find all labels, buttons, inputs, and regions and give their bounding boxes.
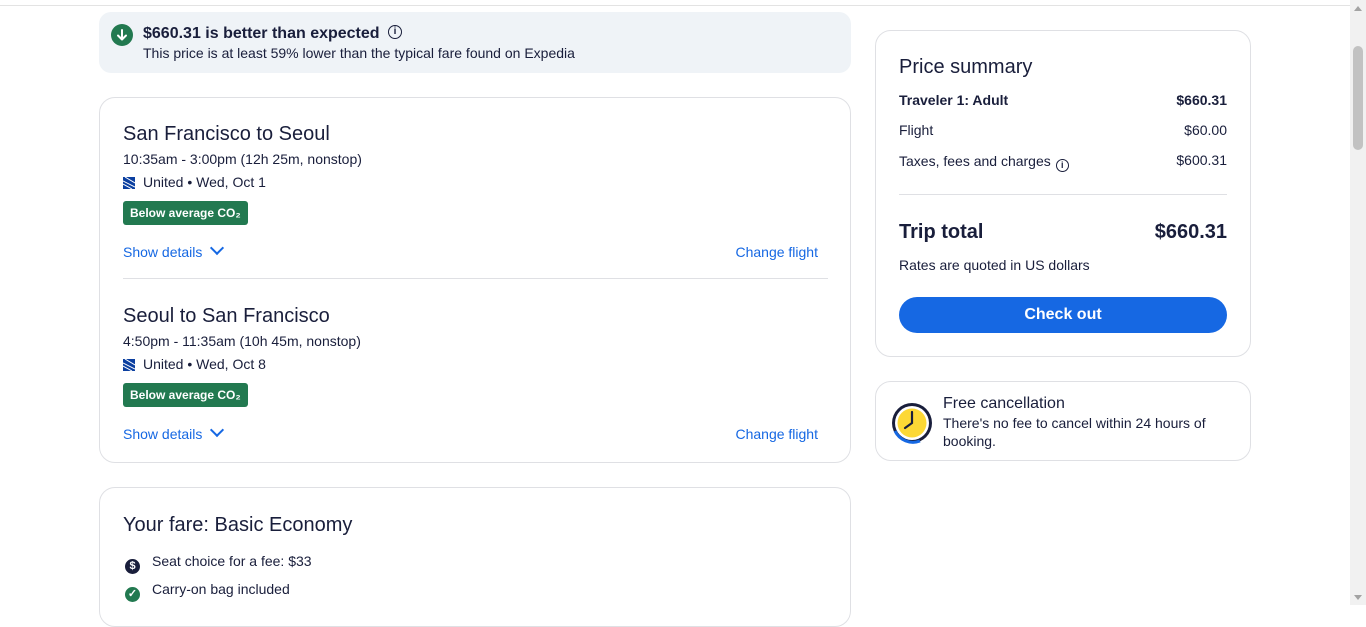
taxes-label: Taxes, fees and charges: [899, 153, 1051, 169]
checkout-button[interactable]: Check out: [899, 297, 1227, 333]
trip-total-label: Trip total: [899, 221, 984, 243]
price-insight-banner: $660.31 is better than expected i This p…: [99, 12, 851, 73]
scroll-up-arrow-icon[interactable]: [1350, 4, 1366, 14]
info-icon[interactable]: i: [1055, 159, 1069, 172]
page-scrollbar[interactable]: [1350, 0, 1366, 605]
co2-badge: Below average CO₂: [123, 201, 248, 225]
arrow-down-icon: [111, 24, 133, 46]
fare-item-text: Carry-on bag included: [152, 581, 290, 597]
show-details-link[interactable]: Show details: [123, 422, 225, 442]
flight-summary-card: San Francisco to Seoul 10:35am - 3:00pm …: [99, 97, 851, 463]
united-logo-icon: [123, 177, 135, 189]
free-cancellation-card: Free cancellation There's no fee to canc…: [875, 381, 1251, 461]
banner-title: $660.31 is better than expected: [143, 25, 380, 42]
flight-value: $60.00: [1184, 122, 1227, 138]
info-icon[interactable]: i: [388, 25, 402, 39]
summary-divider: [899, 194, 1227, 195]
route-title: San Francisco to Seoul: [123, 123, 330, 145]
rates-note: Rates are quoted in US dollars: [899, 257, 1090, 273]
taxes-label-wrap: Taxes, fees and charges i: [899, 153, 1069, 172]
scrollbar-thumb[interactable]: [1353, 46, 1363, 150]
airline-info: United • Wed, Oct 8: [123, 356, 266, 372]
cancellation-description: There's no fee to cancel within 24 hours…: [943, 415, 1206, 449]
flight-times: 4:50pm - 11:35am (10h 45m, nonstop): [123, 333, 361, 349]
fare-item-text: Seat choice for a fee: $33: [152, 553, 312, 569]
flight-label: Flight: [899, 122, 934, 138]
airline-date: United • Wed, Oct 1: [143, 174, 266, 190]
taxes-value: $600.31: [1176, 152, 1227, 168]
clock-icon: [892, 403, 932, 444]
banner-subtitle: This price is at least 59% lower than th…: [143, 45, 575, 61]
flight-times: 10:35am - 3:00pm (12h 25m, nonstop): [123, 151, 362, 167]
scroll-down-arrow-icon[interactable]: [1350, 593, 1366, 603]
chevron-down-icon: [210, 422, 225, 438]
route-title: Seoul to San Francisco: [123, 305, 330, 327]
show-details-link[interactable]: Show details: [123, 240, 225, 260]
top-border: [0, 5, 1350, 6]
fare-card: Your fare: Basic Economy $ Seat choice fo…: [99, 487, 851, 627]
united-logo-icon: [123, 359, 135, 371]
airline-info: United • Wed, Oct 1: [123, 174, 266, 190]
change-flight-link[interactable]: Change flight: [735, 426, 818, 442]
fare-item-carry-on: ✓ Carry-on bag included: [125, 581, 290, 602]
airline-date: United • Wed, Oct 8: [143, 356, 266, 372]
change-flight-link[interactable]: Change flight: [735, 244, 818, 260]
cancellation-title: Free cancellation: [943, 395, 1065, 412]
traveler-value: $660.31: [1176, 92, 1227, 108]
show-details-label: Show details: [123, 244, 203, 260]
traveler-label: Traveler 1: Adult: [899, 92, 1009, 108]
leg-divider: [123, 278, 828, 279]
price-summary-card: Price summary Traveler 1: Adult $660.31 …: [875, 30, 1251, 357]
chevron-down-icon: [210, 240, 225, 256]
show-details-label: Show details: [123, 426, 203, 442]
dollar-icon: $: [125, 559, 140, 574]
check-icon: ✓: [125, 587, 140, 602]
fare-item-seat: $ Seat choice for a fee: $33: [125, 553, 312, 574]
trip-total-value: $660.31: [1154, 221, 1227, 243]
co2-badge: Below average CO₂: [123, 383, 248, 407]
fare-title: Your fare: Basic Economy: [123, 514, 353, 536]
price-summary-title: Price summary: [899, 56, 1033, 78]
